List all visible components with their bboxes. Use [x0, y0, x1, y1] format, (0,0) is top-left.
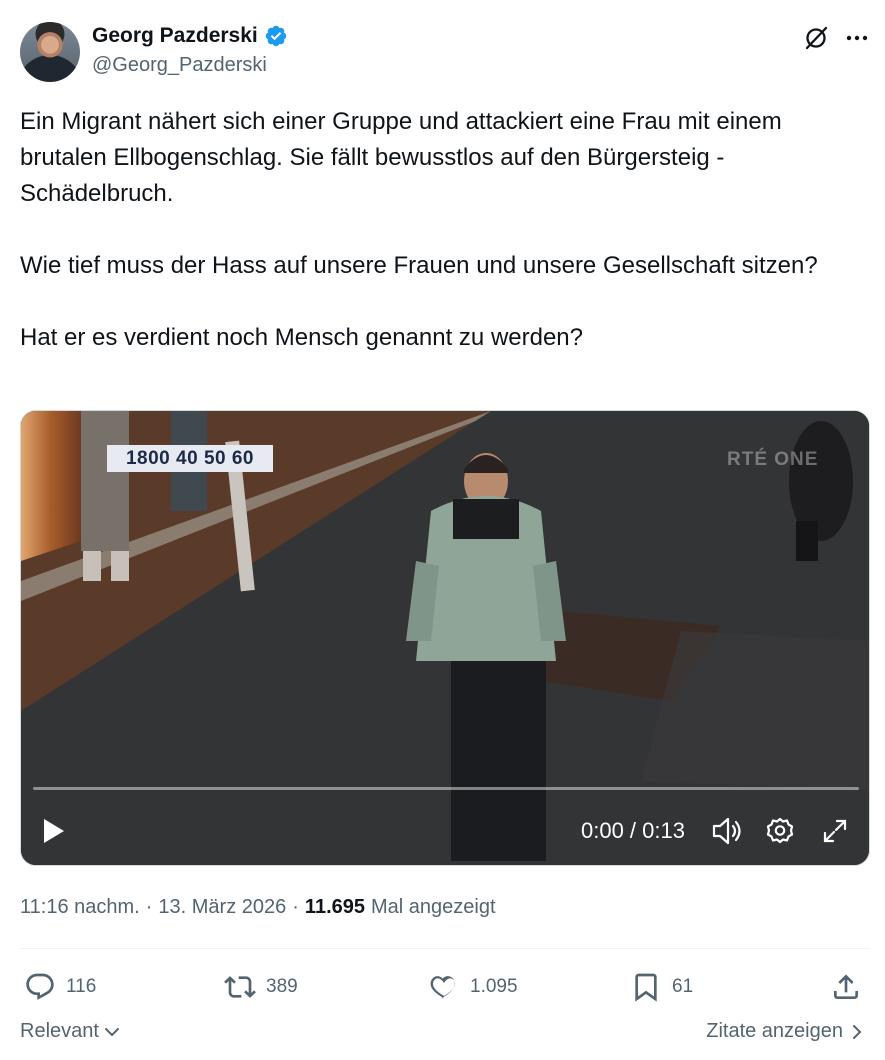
reply-button[interactable]: 116 [24, 966, 96, 1008]
meta-separator: · [145, 896, 153, 918]
tweet-date[interactable]: 13. März 2026 [158, 896, 286, 919]
meta-separator: · [292, 896, 299, 918]
author-name[interactable]: Georg Pazderski [92, 24, 258, 48]
video-progress-bar[interactable] [33, 787, 859, 790]
video-time: 0:00 / 0:13 [581, 818, 685, 843]
bookmark-button[interactable]: 61 [630, 966, 693, 1008]
like-count: 1.095 [470, 976, 518, 997]
more-icon[interactable] [844, 25, 870, 51]
tweet-meta: 11:16 nachm. · 13. März 2026 · 11.695 Ma… [20, 896, 496, 919]
chevron-right-icon [853, 1024, 862, 1039]
phone-number-overlay: 1800 40 50 60 [107, 445, 273, 472]
tweet-time[interactable]: 11:16 nachm. [20, 896, 140, 919]
like-button[interactable]: 1.095 [428, 966, 518, 1008]
like-icon [430, 976, 455, 999]
reply-count: 116 [66, 976, 97, 997]
tweet-actions: 116 389 1.095 61 [20, 966, 870, 1008]
video-player[interactable]: 1800 40 50 60 RTÉ ONE 0:00 / 0:13 [20, 410, 870, 866]
tweet-paragraph: Hat er es verdient noch Mensch genannt z… [20, 324, 584, 351]
view-quotes-link[interactable]: Zitate anzeigen [706, 1020, 865, 1043]
play-icon [44, 819, 64, 843]
top-actions [802, 24, 870, 52]
view-quotes-label: Zitate anzeigen [706, 1020, 843, 1042]
retweet-count: 389 [266, 976, 298, 997]
fullscreen-button[interactable] [821, 811, 849, 851]
volume-icon [712, 817, 741, 845]
bookmark-count: 61 [672, 976, 694, 997]
chevron-down-icon [104, 1027, 119, 1036]
retweet-button[interactable]: 389 [224, 966, 298, 1008]
fullscreen-icon [823, 819, 847, 843]
author-handle[interactable]: @Georg_Pazderski [92, 54, 267, 77]
settings-icon [766, 817, 794, 844]
bookmark-icon [635, 973, 657, 1002]
reply-icon [26, 973, 54, 1000]
divider [20, 948, 870, 949]
view-count-label: Mal angezeigt [371, 896, 496, 918]
settings-button[interactable] [765, 811, 795, 851]
share-button[interactable] [830, 966, 862, 1008]
tweet-paragraph: Wie tief muss der Hass auf unsere Frauen… [20, 252, 818, 279]
view-count: 11.695 [304, 896, 365, 918]
play-button[interactable] [41, 811, 67, 851]
volume-button[interactable] [711, 811, 745, 851]
avatar[interactable] [20, 22, 80, 82]
channel-watermark: RTÉ ONE [727, 449, 819, 470]
author-name-row: Georg Pazderski [92, 24, 288, 48]
tweet-paragraph: Ein Migrant nähert sich einer Gruppe und… [20, 108, 782, 207]
tweet-header: Georg Pazderski @Georg_Pazderski [20, 20, 870, 84]
grok-icon[interactable] [802, 24, 830, 52]
sort-dropdown[interactable]: Relevant [20, 1020, 121, 1043]
video-frame [21, 411, 869, 865]
verified-badge-icon [265, 25, 286, 47]
retweet-icon [224, 976, 256, 998]
share-icon [834, 974, 858, 999]
tweet-text: Ein Migrant nähert sich einer Gruppe und… [20, 104, 865, 356]
sort-label: Relevant [20, 1020, 99, 1042]
